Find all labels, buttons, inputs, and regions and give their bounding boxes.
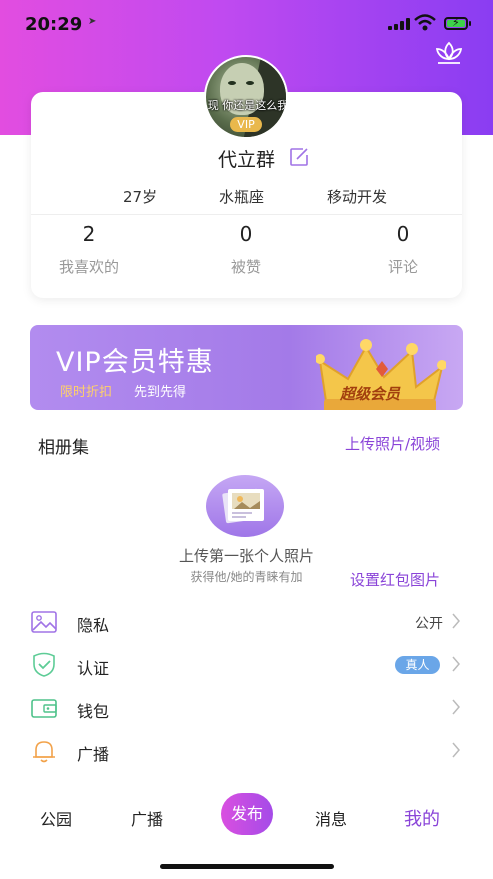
lotus-icon[interactable] [434,40,464,66]
bell-icon [33,741,55,763]
stat-comments-count[interactable]: 0 [353,222,453,246]
status-bar: 20:29 ➤ ⚡ [0,0,493,50]
tab-broadcast[interactable]: 广播 [131,806,163,830]
album-title: 相册集 [38,438,89,458]
stat-likes-label[interactable]: 我喜欢的 [39,256,139,277]
privacy-value: 公开 [415,616,443,632]
upload-first-photo-title: 上传第一张个人照片 [178,547,314,565]
menu-item-label: 隐私 [77,616,110,635]
menu-item-label: 钱包 [77,702,110,721]
menu-item-broadcast[interactable]: 广播 [0,730,493,773]
signal-icon [388,18,410,30]
menu-item-verification[interactable]: 认证 真人 [0,644,493,687]
stat-likes-count[interactable]: 2 [39,222,139,246]
vip-badge: VIP [230,117,262,132]
user-age: 27岁 [123,188,158,206]
vip-banner[interactable]: VIP会员特惠 限时折扣 先到先得 超级会员 [30,325,463,410]
set-red-packet-image-link[interactable]: 设置红包图片 [350,569,440,590]
menu-item-label: 认证 [77,659,110,678]
stat-praised-count[interactable]: 0 [196,222,296,246]
status-time: 20:29 [25,14,83,35]
user-zodiac: 水瓶座 [219,188,265,206]
menu-item-wallet[interactable]: 钱包 [0,687,493,730]
battery-tip [469,21,471,26]
user-job: 移动开发 [327,188,388,206]
tab-mine[interactable]: 我的 [404,805,440,831]
wifi-icon [414,14,436,31]
tab-messages[interactable]: 消息 [315,806,347,830]
wallet-icon [31,699,57,718]
photo-stack-icon [222,488,264,524]
tab-park[interactable]: 公园 [40,806,72,830]
publish-button[interactable]: 发布 [221,793,273,835]
upload-photo-video-link[interactable]: 上传照片/视频 [345,433,440,454]
vip-banner-tag-first: 先到先得 [134,385,187,400]
menu-item-privacy[interactable]: 隐私 公开 [0,601,493,644]
stat-comments-label[interactable]: 评论 [353,256,453,277]
edit-icon[interactable] [289,147,309,167]
user-name: 代立群 [217,149,275,171]
location-arrow-icon: ➤ [88,16,97,27]
menu-item-label: 广播 [77,745,110,764]
avatar-caption: 现 你还是这么我 [207,99,288,112]
home-indicator [160,864,334,869]
chevron-right-icon [452,699,460,715]
shield-check-icon [33,652,55,677]
stat-praised-label[interactable]: 被赞 [196,256,296,277]
crown-text: 超级会员 [340,385,401,403]
verified-badge: 真人 [395,656,440,674]
vip-banner-title: VIP会员特惠 [56,347,214,378]
image-icon [31,611,57,633]
chevron-right-icon [452,613,460,629]
vip-banner-tag-discount: 限时折扣 [60,385,113,400]
upload-photo-button[interactable] [206,475,284,537]
battery-icon: ⚡ [444,16,468,30]
chevron-right-icon [452,742,460,758]
chevron-right-icon [452,656,460,672]
card-divider [31,214,462,215]
